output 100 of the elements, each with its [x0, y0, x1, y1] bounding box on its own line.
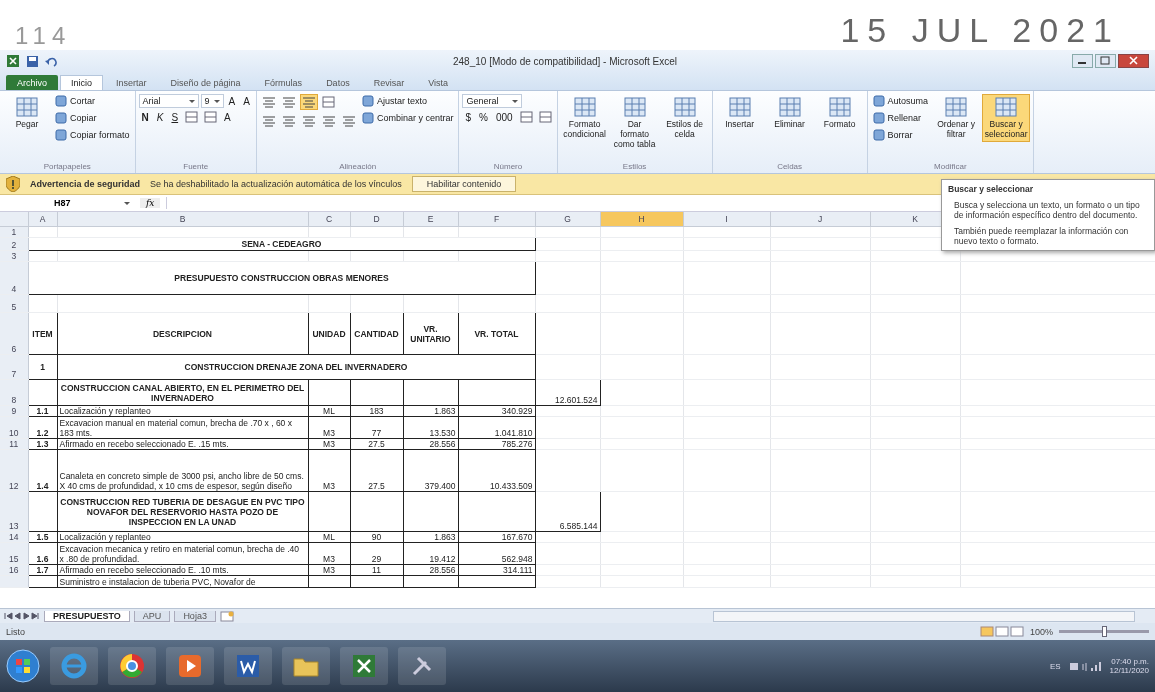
ribbon-tab[interactable]: Diseño de página [159, 75, 252, 90]
clock-date[interactable]: 12/11/2020 [1109, 666, 1149, 675]
sheet-navigation-icon[interactable] [4, 611, 40, 621]
tray-icons[interactable] [1068, 660, 1102, 672]
name-box[interactable]: H87 [4, 198, 134, 208]
format-button[interactable]: A [240, 95, 253, 107]
column-header[interactable]: I [683, 212, 770, 227]
ribbon-button[interactable]: Dar formato como tabla [610, 94, 659, 152]
column-header[interactable]: B [57, 212, 308, 227]
table-cell: 1.5 [28, 531, 57, 543]
table-cell: 90 [350, 531, 403, 543]
new-sheet-icon[interactable] [219, 610, 234, 622]
sheet-tab[interactable]: Hoja3 [174, 610, 216, 622]
lines-icon [261, 115, 276, 127]
grid-icon [673, 97, 696, 117]
ribbon-button[interactable]: Combinar y centrar [359, 111, 456, 125]
ribbon-tab[interactable]: Inicio [60, 75, 104, 90]
table-cell: M3 [308, 564, 350, 576]
ribbon-button[interactable]: Copiar [53, 111, 132, 125]
square-tool-icon[interactable] [185, 111, 199, 123]
square-tool-icon[interactable] [204, 111, 218, 123]
column-header[interactable]: G [535, 212, 600, 227]
ribbon-tab[interactable]: Revisar [362, 75, 416, 90]
table-cell: Excavacion mecanica y retiro en material comun, brecha de .40 x .80 de profundidad. [57, 542, 308, 565]
page-view-icons[interactable] [979, 626, 1024, 637]
ribbon-button[interactable]: Ajustar texto [359, 94, 456, 108]
table-cell: M3 [308, 416, 350, 439]
italic-button[interactable]: K [153, 111, 167, 123]
zoom-level: 100% [1029, 626, 1053, 637]
language-indicator[interactable]: ES [1049, 661, 1061, 671]
column-header[interactable]: D [350, 212, 403, 227]
ribbon-button[interactable]: Buscar y seleccionar [982, 94, 1031, 142]
subtotal-cell: 6.585.144 [535, 491, 600, 532]
subtotal-cell: 12.601.524 [535, 379, 600, 406]
save-icon[interactable] [26, 54, 39, 68]
table-cell: 314.111 [458, 564, 535, 576]
bold-button[interactable]: N [138, 111, 152, 123]
format-button[interactable]: % [476, 111, 491, 123]
ribbon-button[interactable]: Ordenar y filtrar [932, 94, 981, 142]
ribbon-button[interactable]: Borrar [870, 128, 931, 142]
ribbon-tab[interactable]: Archivo [6, 75, 58, 90]
horizontal-scrollbar[interactable] [713, 610, 1135, 622]
group-label: Portapapeles [42, 161, 92, 173]
dropdown-field[interactable]: Arial [138, 94, 199, 108]
spreadsheet-x-icon [350, 652, 378, 680]
format-button[interactable]: A [221, 111, 234, 123]
enable-content-button[interactable]: Habilitar contenido [411, 176, 517, 192]
sheet-tab[interactable]: APU [133, 610, 171, 622]
clock-time[interactable]: 07:40 p.m. [1111, 657, 1149, 666]
square-tool-icon[interactable] [519, 111, 533, 123]
taskbar-app[interactable] [224, 647, 272, 685]
row-number: 4 [0, 261, 28, 295]
group-label: Estilos [621, 161, 648, 173]
format-button[interactable]: A [225, 95, 239, 107]
column-header[interactable]: E [403, 212, 458, 227]
taskbar-app[interactable] [166, 647, 214, 685]
dropdown-field[interactable]: General [462, 94, 523, 108]
group-label: Celdas [776, 161, 804, 173]
column-header[interactable]: C [308, 212, 350, 227]
format-button[interactable]: $ [462, 111, 474, 123]
ribbon-button[interactable]: Pegar [3, 94, 51, 132]
square-tool-icon[interactable] [538, 111, 552, 123]
taskbar-app[interactable] [282, 647, 330, 685]
ribbon-tab[interactable]: Fórmulas [253, 75, 314, 90]
underline-button[interactable]: S [168, 111, 182, 123]
ribbon-tab[interactable]: Datos [315, 75, 361, 90]
taskbar-app[interactable] [398, 647, 446, 685]
column-header[interactable]: J [770, 212, 870, 227]
insert-function-button[interactable]: fx [140, 198, 161, 208]
close-icon[interactable] [1118, 54, 1149, 68]
ribbon-button[interactable]: Autosuma [870, 94, 931, 108]
start-orb-icon[interactable] [6, 649, 40, 683]
dropdown-field[interactable]: 9 [200, 94, 224, 108]
ribbon-button[interactable]: Rellenar [870, 111, 931, 125]
play-icon [176, 652, 204, 680]
column-header[interactable]: A [28, 212, 57, 227]
zoom-slider-thumb[interactable] [1102, 626, 1107, 637]
taskbar-app[interactable] [108, 647, 156, 685]
minimize-icon[interactable] [1072, 54, 1093, 68]
ribbon-button[interactable]: Eliminar [765, 94, 814, 132]
align-button[interactable] [299, 94, 318, 110]
column-header[interactable]: F [458, 212, 535, 227]
ribbon-button[interactable]: Estilos de celda [660, 94, 709, 142]
taskbar-app[interactable] [340, 647, 388, 685]
ribbon-button[interactable]: Copiar formato [53, 128, 132, 142]
ribbon-button[interactable]: Formato condicional [560, 94, 609, 142]
ribbon-button[interactable]: Insertar [715, 94, 764, 132]
sheet-tab[interactable]: PRESUPUESTO [44, 610, 130, 622]
square-icon [55, 95, 67, 107]
table-cell: 1.7 [28, 564, 57, 576]
ribbon-button[interactable]: Cortar [53, 94, 132, 108]
ribbon-tab[interactable]: Insertar [105, 75, 158, 90]
security-warning-title: Advertencia de seguridad [30, 179, 141, 189]
ribbon-tab[interactable]: Vista [417, 75, 459, 90]
column-header[interactable]: H [600, 212, 683, 227]
caret-icon [213, 99, 220, 103]
ribbon-button[interactable]: Formato [815, 94, 864, 132]
column-heading: CANTIDAD [350, 312, 403, 355]
square-tool-icon[interactable] [321, 96, 335, 108]
format-button[interactable]: 000 [492, 111, 516, 123]
